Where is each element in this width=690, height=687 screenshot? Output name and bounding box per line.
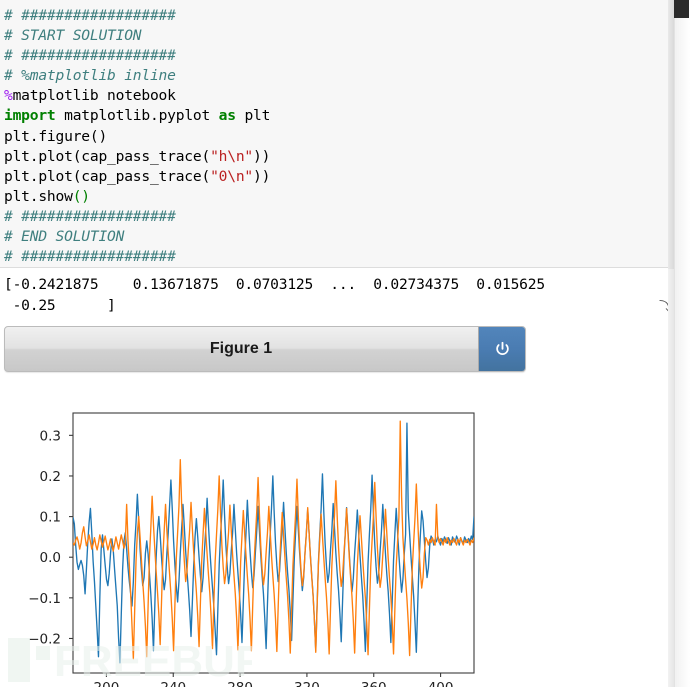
code-token-plain: )) xyxy=(253,167,271,185)
output-line: -0.25 ] xyxy=(4,296,116,314)
code-line: plt.plot(cap_pass_trace("h\n")) xyxy=(4,147,674,167)
y-tick-label: 0.0 xyxy=(40,550,61,566)
code-line: # END SOLUTION xyxy=(4,227,674,247)
code-line: plt.show() xyxy=(4,187,674,207)
code-cell[interactable]: # ################## # START SOLUTION # … xyxy=(0,0,674,268)
code-token-plain: matplotlib.pyplot xyxy=(55,107,219,125)
code-line: # ################## xyxy=(4,207,674,227)
power-icon xyxy=(495,341,509,355)
vertical-scrollbar-thumb[interactable] xyxy=(674,0,689,18)
x-tick-label: 400 xyxy=(428,680,454,687)
code-token-magic: % xyxy=(4,87,13,105)
code-line: # ################## xyxy=(4,46,674,66)
code-token-plain: plt.plot(cap_pass_trace( xyxy=(4,147,211,165)
code-token-comment: # ################## xyxy=(4,248,176,266)
text-output-area: [-0.2421875 0.13671875 0.0703125 ... 0.0… xyxy=(0,269,674,321)
code-token-comment: # ################## xyxy=(4,7,176,24)
x-tick-label: 320 xyxy=(294,680,320,687)
code-line: # %matplotlib inline xyxy=(4,66,674,86)
code-token-plain: plt.plot(cap_pass_trace( xyxy=(4,167,211,185)
code-token-plain: )) xyxy=(253,147,271,165)
code-token-plain: plt.show xyxy=(4,187,73,205)
code-token-comment: # END SOLUTION xyxy=(4,228,125,246)
code-line: plt.figure() xyxy=(4,127,674,147)
code-token-comment: # START SOLUTION xyxy=(4,27,142,45)
code-line: import matplotlib.pyplot as plt xyxy=(4,106,674,126)
code-token-keyword-as: as xyxy=(218,107,236,125)
line-chart: 0.3 0.2 0.1 0.0 −0.1 −0.2 200 240 280 320 360 400 xyxy=(0,388,530,687)
x-tick-label: 280 xyxy=(227,680,253,687)
code-token-paren: () xyxy=(72,187,90,205)
figure-canvas[interactable]: 0.3 0.2 0.1 0.0 −0.1 −0.2 200 240 280 320 360 400 xyxy=(0,388,530,687)
y-tick-label: −0.2 xyxy=(28,631,61,647)
code-line: # START SOLUTION xyxy=(4,26,674,46)
code-line: plt.plot(cap_pass_trace("0\n")) xyxy=(4,167,674,187)
code-line: # ################## xyxy=(4,6,674,26)
code-token-string: "0\n" xyxy=(210,167,254,185)
x-tick-label: 240 xyxy=(160,680,186,687)
code-token-comment: # ################## xyxy=(4,47,176,65)
figure-header: Figure 1 xyxy=(4,326,526,372)
code-token-plain: plt xyxy=(235,107,271,125)
code-line: %matplotlib notebook xyxy=(4,86,674,106)
code-token-plain: matplotlib notebook xyxy=(12,87,176,105)
vertical-scrollbar-track[interactable] xyxy=(674,0,690,687)
code-token-keyword-import: import xyxy=(4,107,56,125)
notebook-page: # ################## # START SOLUTION # … xyxy=(0,0,690,687)
x-tick-label: 360 xyxy=(361,680,387,687)
y-tick-label: 0.3 xyxy=(40,428,61,444)
figure-close-button[interactable] xyxy=(478,327,525,371)
code-token-comment: # ################## xyxy=(4,207,176,225)
code-line: # ################## xyxy=(4,247,674,267)
y-tick-label: 0.2 xyxy=(40,469,61,485)
x-tick-label: 200 xyxy=(94,680,120,687)
code-token-string: "h\n" xyxy=(210,147,254,165)
figure-title: Figure 1 xyxy=(209,340,273,357)
y-tick-label: −0.1 xyxy=(28,591,61,607)
code-token-plain: plt.figure() xyxy=(4,127,108,145)
code-token-comment: # %matplotlib inline xyxy=(4,67,176,85)
figure-widget: Figure 1 xyxy=(4,326,526,372)
y-tick-label: 0.1 xyxy=(40,510,61,526)
output-line: [-0.2421875 0.13671875 0.0703125 ... 0.0… xyxy=(4,276,545,293)
